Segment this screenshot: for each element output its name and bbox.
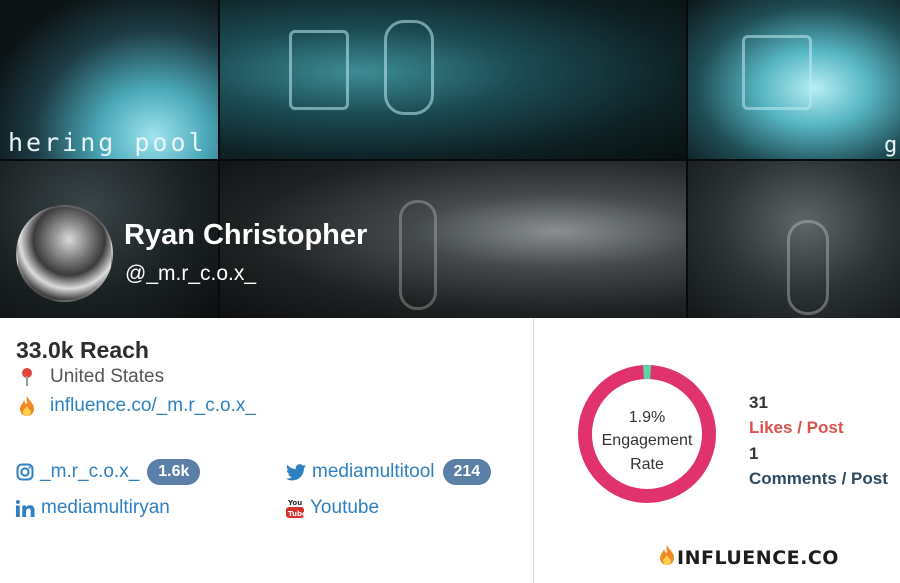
brand-text: INFLUENCE.CO: [677, 546, 839, 569]
banner-caption: g: [884, 133, 900, 158]
svg-text:Tube: Tube: [288, 510, 304, 518]
youtube-icon: You Tube: [286, 497, 304, 519]
likes-label: Likes / Post: [749, 418, 844, 437]
location-text: United States: [50, 366, 165, 387]
engagement-label: Engagement: [601, 432, 693, 449]
profile-link[interactable]: influence.co/_m.r_c.o.x_: [50, 395, 256, 417]
tile-divider: [0, 159, 900, 161]
microphone-shape: [399, 200, 437, 310]
section-divider: [533, 318, 534, 583]
instagram-follower-badge: 1.6k: [147, 459, 201, 485]
profile-handle: @_m.r_c.o.x_: [125, 262, 257, 285]
linkedin-link[interactable]: mediamultiryan: [16, 497, 170, 519]
microphone-shape: [787, 220, 829, 315]
linkedin-icon: [16, 499, 35, 517]
microphone-shape: [384, 20, 434, 115]
instagram-handle: _m.r_c.o.x_: [40, 461, 140, 482]
engagement-rate: 1.9%: [628, 409, 666, 426]
profile-name: Ryan Christopher: [124, 219, 368, 251]
cover-photo-tile: [687, 160, 900, 318]
brand-logo[interactable]: INFLUENCE.CO: [659, 545, 839, 570]
likes-count: 31: [749, 393, 768, 412]
twitter-follower-badge: 214: [442, 459, 492, 485]
banner-caption: hering pool: [8, 128, 207, 157]
comments-label: Comments / Post: [749, 469, 888, 488]
cover-photo-tile: [687, 0, 900, 160]
flame-icon: [16, 396, 38, 416]
youtube-link[interactable]: You Tube Youtube: [286, 497, 379, 519]
engagement-ring-label: 1.9% Engagement Rate: [576, 407, 718, 477]
flame-icon: [659, 545, 675, 570]
comments-count: 1: [749, 444, 759, 463]
pin-icon: [16, 367, 38, 387]
reach-count: 33.0k Reach: [16, 337, 149, 363]
twitter-icon: [286, 463, 306, 481]
engagement-label: Rate: [630, 456, 664, 473]
microphone-shape: [289, 30, 349, 110]
twitter-link[interactable]: mediamultitool 214: [286, 459, 492, 485]
location-row: United States: [16, 366, 164, 388]
instagram-link[interactable]: _m.r_c.o.x_ 1.6k: [16, 459, 201, 485]
youtube-label: Youtube: [310, 497, 380, 518]
twitter-handle: mediamultitool: [312, 461, 435, 482]
avatar[interactable]: [16, 205, 113, 302]
instagram-icon: [16, 463, 34, 481]
cover-banner: hering pool g Ryan Christopher @_m.r_c.o…: [0, 0, 900, 318]
svg-text:You: You: [287, 499, 302, 507]
profile-link-row[interactable]: influence.co/_m.r_c.o.x_: [16, 395, 256, 417]
linkedin-handle: mediamultiryan: [41, 497, 170, 518]
cover-photo-tile: [219, 0, 687, 160]
microphone-shape: [742, 35, 812, 110]
